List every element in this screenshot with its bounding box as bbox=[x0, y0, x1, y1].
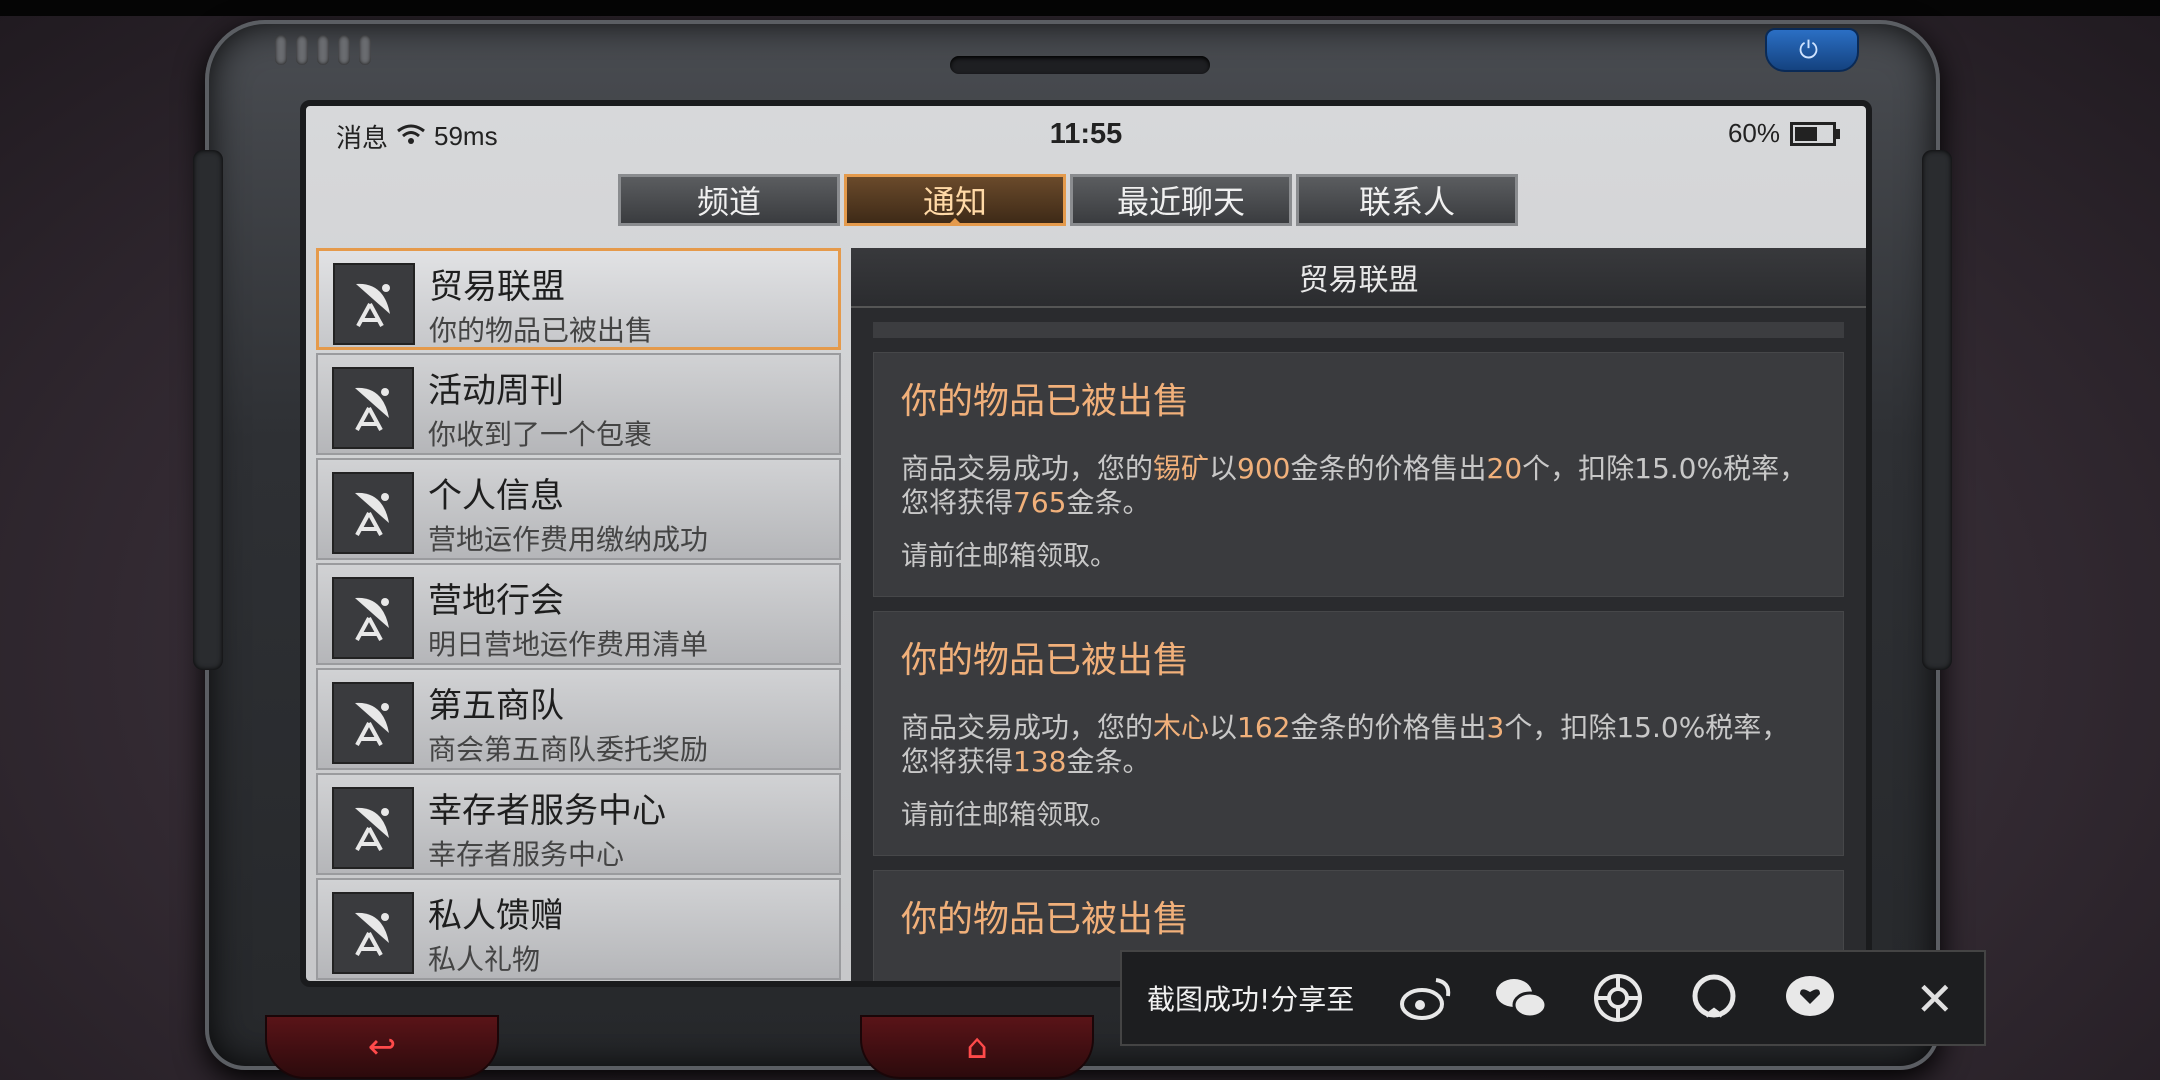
list-item[interactable]: 营地行会 明日营地运作费用清单 bbox=[316, 563, 841, 665]
battery-percent: 60% bbox=[1727, 118, 1780, 148]
item-name: 木心 bbox=[1153, 711, 1210, 744]
message-body: 商品交易成功，您的木心以162金条的价格售出3个，扣除15.0%税率，您将获得1… bbox=[901, 711, 1816, 779]
body-text: 以 bbox=[1209, 711, 1238, 744]
satellite-dish-icon bbox=[332, 682, 414, 764]
clock: 11:55 bbox=[1049, 118, 1123, 150]
list-item-title: 贸易联盟 bbox=[429, 267, 565, 307]
tab-bar: 频道 通知 最近聊天 联系人 bbox=[618, 174, 1518, 226]
satellite-dish-icon bbox=[332, 892, 414, 974]
list-item-subtitle: 明日营地运作费用清单 bbox=[428, 628, 709, 661]
power-icon: ⏻ bbox=[1799, 36, 1818, 64]
home-icon: ⌂ bbox=[966, 1027, 988, 1067]
weibo-icon[interactable] bbox=[1394, 966, 1458, 1030]
list-item-subtitle: 你的物品已被出售 bbox=[429, 314, 654, 347]
list-item[interactable]: 贸易联盟 你的物品已被出售 bbox=[316, 248, 841, 350]
satellite-dish-icon bbox=[332, 367, 414, 449]
item-name: 锡矿 bbox=[1153, 452, 1210, 485]
price-value: 162 bbox=[1237, 711, 1291, 744]
satellite-dish-icon bbox=[332, 577, 414, 659]
total-value: 765 bbox=[1013, 486, 1067, 519]
message-card: 你的物品已被出售 商品交易成功，您的木心以162金条的价格售出3个，扣除15.0… bbox=[873, 611, 1844, 856]
body-text: 以 bbox=[1209, 452, 1238, 485]
body-text: 金条的价格售出 bbox=[1290, 452, 1487, 485]
earpiece bbox=[950, 56, 1210, 74]
list-item-title: 个人信息 bbox=[428, 476, 564, 516]
detail-header: 贸易联盟 bbox=[851, 248, 1866, 308]
list-item[interactable]: 第五商队 商会第五商队委托奖励 bbox=[316, 668, 841, 770]
phone-screen: 消息 59ms 11:55 60% 频道 通知 最近聊天 联系人 贸易联盟 你的… bbox=[300, 100, 1872, 987]
os-status-bar bbox=[0, 0, 2160, 16]
tab-recent-chats[interactable]: 最近聊天 bbox=[1070, 174, 1292, 226]
list-item-subtitle: 你收到了一个包裹 bbox=[428, 418, 653, 451]
list-item-title: 活动周刊 bbox=[428, 371, 564, 411]
price-value: 900 bbox=[1237, 452, 1291, 485]
side-rail-left bbox=[193, 150, 223, 670]
share-text: 截图成功!分享至 bbox=[1147, 983, 1355, 1016]
tab-notifications[interactable]: 通知 bbox=[844, 174, 1066, 226]
share-toast: 截图成功!分享至 ✕ bbox=[1120, 950, 1986, 1046]
message-card: 你的物品已被出售 商品交易成功，您的锡矿以900金条的价格售出20个，扣除15.… bbox=[873, 352, 1844, 597]
body-text: 金条的价格售出 bbox=[1290, 711, 1487, 744]
body-text: 金条。 bbox=[1066, 745, 1151, 778]
close-icon[interactable]: ✕ bbox=[1915, 972, 1954, 1026]
satellite-dish-icon bbox=[332, 787, 414, 869]
power-button[interactable]: ⏻ bbox=[1765, 28, 1859, 72]
back-icon: ↩ bbox=[367, 1027, 397, 1067]
satellite-dish-icon bbox=[333, 263, 415, 345]
body-text: 商品交易成功，您的 bbox=[901, 452, 1154, 485]
list-item[interactable]: 活动周刊 你收到了一个包裹 bbox=[316, 353, 841, 455]
speaker-grill bbox=[275, 35, 371, 65]
quantity-value: 20 bbox=[1486, 452, 1523, 485]
message-title: 你的物品已被出售 bbox=[901, 381, 1190, 422]
list-item[interactable]: 私人馈赠 私人礼物 bbox=[316, 878, 841, 980]
back-button[interactable]: ↩ bbox=[265, 1015, 499, 1079]
list-item-subtitle: 营地运作费用缴纳成功 bbox=[428, 523, 709, 556]
detail-panel: 贸易联盟 你的物品已被出售 商品交易成功，您的锡矿以900金条的价格售出20个，… bbox=[851, 248, 1866, 981]
phone-status-bar: 消息 59ms 11:55 60% bbox=[306, 106, 1866, 156]
list-item[interactable]: 个人信息 营地运作费用缴纳成功 bbox=[316, 458, 841, 560]
quantity-value: 3 bbox=[1486, 711, 1505, 744]
satellite-dish-icon bbox=[332, 472, 414, 554]
home-button[interactable]: ⌂ bbox=[860, 1015, 1094, 1079]
total-value: 138 bbox=[1013, 745, 1067, 778]
message-footer: 请前往邮箱领取。 bbox=[901, 541, 1117, 572]
message-body: 商品交易成功，您的锡矿以900金条的价格售出20个，扣除15.0%税率，您将获得… bbox=[901, 452, 1816, 520]
list-item-subtitle: 幸存者服务中心 bbox=[428, 838, 625, 871]
message-footer: 请前往邮箱领取。 bbox=[901, 800, 1117, 831]
list-item-title: 幸存者服务中心 bbox=[428, 791, 666, 831]
body-text: 金条。 bbox=[1066, 486, 1151, 519]
list-item-title: 第五商队 bbox=[428, 686, 564, 726]
qzone-icon[interactable] bbox=[1778, 966, 1842, 1030]
message-title: 你的物品已被出售 bbox=[901, 640, 1190, 681]
list-item-title: 私人馈赠 bbox=[428, 896, 564, 936]
tab-contacts[interactable]: 联系人 bbox=[1296, 174, 1518, 226]
list-item-title: 营地行会 bbox=[428, 581, 564, 621]
side-rail-right bbox=[1922, 150, 1952, 670]
list-item[interactable]: 幸存者服务中心 幸存者服务中心 bbox=[316, 773, 841, 875]
wechat-icon[interactable] bbox=[1490, 966, 1554, 1030]
list-item-subtitle: 私人礼物 bbox=[428, 943, 541, 976]
battery-icon bbox=[1790, 121, 1840, 146]
message-title: 你的物品已被出售 bbox=[901, 899, 1190, 940]
list-item-subtitle: 商会第五商队委托奖励 bbox=[428, 733, 709, 766]
notification-list: 贸易联盟 你的物品已被出售 活动周刊 你收到了一个包裹 个人信息 营地运作费用缴… bbox=[316, 248, 841, 981]
body-text: 商品交易成功，您的 bbox=[901, 711, 1154, 744]
qq-icon[interactable] bbox=[1682, 966, 1746, 1030]
scroll-track[interactable] bbox=[873, 322, 1844, 338]
tab-channel[interactable]: 频道 bbox=[618, 174, 840, 226]
moments-icon[interactable] bbox=[1586, 966, 1650, 1030]
